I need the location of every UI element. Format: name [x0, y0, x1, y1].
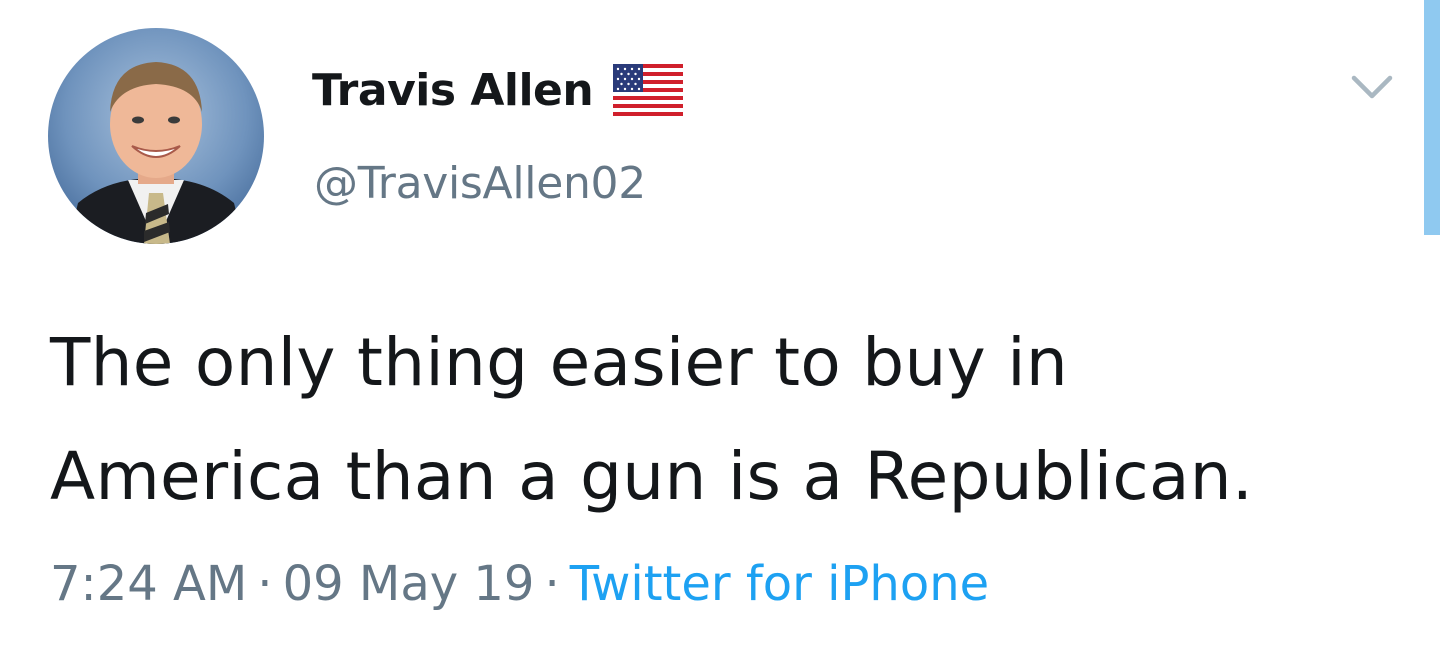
tweet-date[interactable]: 09 May 19 — [283, 556, 535, 612]
tweet-time[interactable]: 7:24 AM — [50, 556, 247, 612]
author-name-row: Travis Allen — [312, 58, 684, 122]
meta-separator: · — [257, 556, 273, 612]
tweet-line: The only thing easier to buy in — [50, 324, 1069, 401]
tweet-meta: 7:24 AM · 09 May 19 · Twitter for iPhone — [50, 556, 989, 612]
tweet-text: The only thing easier to buy in America … — [50, 306, 1400, 534]
tweet-card: Travis Allen @TravisAllen02 The only thi… — [0, 0, 1440, 649]
tweet-source-link[interactable]: Twitter for iPhone — [570, 556, 989, 612]
us-flag-icon — [613, 64, 684, 116]
avatar[interactable] — [48, 28, 264, 244]
display-name[interactable]: Travis Allen — [312, 65, 594, 116]
user-handle[interactable]: @TravisAllen02 — [314, 158, 646, 209]
chevron-down-icon[interactable] — [1344, 66, 1400, 110]
scrollbar[interactable] — [1424, 0, 1440, 235]
meta-separator: · — [544, 556, 560, 612]
tweet-line: America than a gun is a Republican. — [50, 438, 1254, 515]
